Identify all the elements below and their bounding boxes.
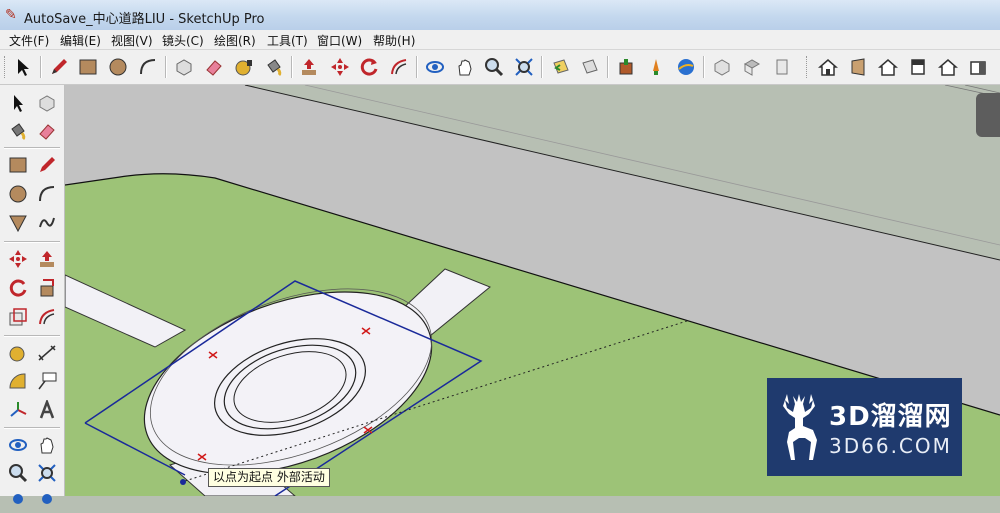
tape-measure-icon[interactable] (6, 341, 30, 365)
zoom-extents-icon[interactable] (512, 55, 536, 79)
views-front-icon[interactable] (770, 55, 794, 79)
menu-view[interactable]: 视图(V) (111, 32, 153, 49)
menu-edit[interactable]: 编辑(E) (60, 32, 101, 49)
3d-text-icon[interactable] (35, 398, 59, 422)
push-pull-icon[interactable] (35, 247, 59, 271)
left-toolbar (0, 85, 65, 504)
orbit-icon[interactable] (423, 55, 447, 79)
make-component-icon[interactable] (172, 55, 196, 79)
menu-camera[interactable]: 镜头(C) (162, 32, 204, 49)
views-house-icon[interactable] (936, 55, 960, 79)
zoom-extents-icon[interactable] (35, 461, 59, 485)
paint-bucket-icon[interactable] (6, 119, 30, 143)
position-camera-icon[interactable] (6, 489, 30, 513)
menu-tools[interactable]: 工具(T) (267, 32, 308, 49)
views-right-icon[interactable] (816, 55, 840, 79)
title-bar: ✎ AutoSave_中心道路LIU - SketchUp Pro (0, 0, 1000, 31)
deer-logo-icon (783, 394, 817, 460)
move-icon[interactable] (6, 247, 30, 271)
paint-bucket-icon[interactable] (262, 55, 286, 79)
pan-icon[interactable] (453, 55, 477, 79)
share-model-icon[interactable] (644, 55, 668, 79)
axes-icon[interactable] (6, 398, 30, 422)
menu-draw[interactable]: 绘图(R) (214, 32, 256, 49)
select-icon[interactable] (6, 91, 30, 115)
rectangle-icon[interactable] (76, 55, 100, 79)
toolbar-grip[interactable] (4, 56, 8, 78)
menu-window[interactable]: 窗口(W) (317, 32, 362, 49)
eraser-icon[interactable] (35, 119, 59, 143)
follow-me-icon[interactable] (35, 276, 59, 300)
inference-tooltip: 以点为起点 外部活动 (208, 468, 330, 487)
pan-icon[interactable] (35, 433, 59, 457)
sketchup-app-icon[interactable]: ✎ (5, 7, 21, 23)
offset-icon[interactable] (35, 305, 59, 329)
views-side-icon[interactable] (966, 55, 990, 79)
pencil-icon[interactable] (47, 55, 71, 79)
views-left-icon[interactable] (876, 55, 900, 79)
scale-icon[interactable] (6, 305, 30, 329)
views-top-icon[interactable] (740, 55, 764, 79)
menu-help[interactable]: 帮助(H) (373, 32, 415, 49)
zoom-icon[interactable] (6, 461, 30, 485)
main-toolbar (0, 50, 1000, 85)
next-view-icon[interactable] (578, 55, 602, 79)
google-earth-icon[interactable] (674, 55, 698, 79)
select-icon[interactable] (11, 55, 35, 79)
zoom-icon[interactable] (482, 55, 506, 79)
menu-bar: 文件(F) 编辑(E) 视图(V) 镜头(C) 绘图(R) 工具(T) 窗口(W… (0, 30, 1000, 50)
rectangle-icon[interactable] (6, 153, 30, 177)
views-back-icon[interactable] (846, 55, 870, 79)
rotate-icon[interactable] (6, 276, 30, 300)
get-models-icon[interactable] (614, 55, 638, 79)
offset-icon[interactable] (387, 55, 411, 79)
walk-icon[interactable] (35, 489, 59, 513)
eraser-icon[interactable] (202, 55, 226, 79)
protractor-icon[interactable] (6, 369, 30, 393)
watermark-url: 3D66.COM (829, 434, 952, 458)
rotate-icon[interactable] (357, 55, 381, 79)
freehand-icon[interactable] (35, 211, 59, 235)
arc-icon[interactable] (136, 55, 160, 79)
tape-measure-icon[interactable] (232, 55, 256, 79)
dimension-icon[interactable] (35, 341, 59, 365)
menu-file[interactable]: 文件(F) (9, 32, 49, 49)
polygon-icon[interactable] (6, 211, 30, 235)
pencil-icon[interactable] (35, 153, 59, 177)
window-title: AutoSave_中心道路LIU - SketchUp Pro (24, 12, 265, 27)
watermark-logo: 3D溜溜网 3D66.COM (767, 378, 962, 476)
arc-icon[interactable] (35, 182, 59, 206)
views-bottom-icon[interactable] (906, 55, 930, 79)
previous-view-icon[interactable] (549, 55, 573, 79)
circle-icon[interactable] (6, 182, 30, 206)
make-component-icon[interactable] (35, 91, 59, 115)
text-icon[interactable] (35, 369, 59, 393)
views-iso-icon[interactable] (710, 55, 734, 79)
orbit-icon[interactable] (6, 433, 30, 457)
side-panel-tab[interactable] (976, 93, 1000, 137)
push-pull-icon[interactable] (297, 55, 321, 79)
watermark-title: 3D溜溜网 (829, 402, 952, 432)
cursor-point (180, 479, 186, 485)
move-icon[interactable] (328, 55, 352, 79)
circle-icon[interactable] (106, 55, 130, 79)
